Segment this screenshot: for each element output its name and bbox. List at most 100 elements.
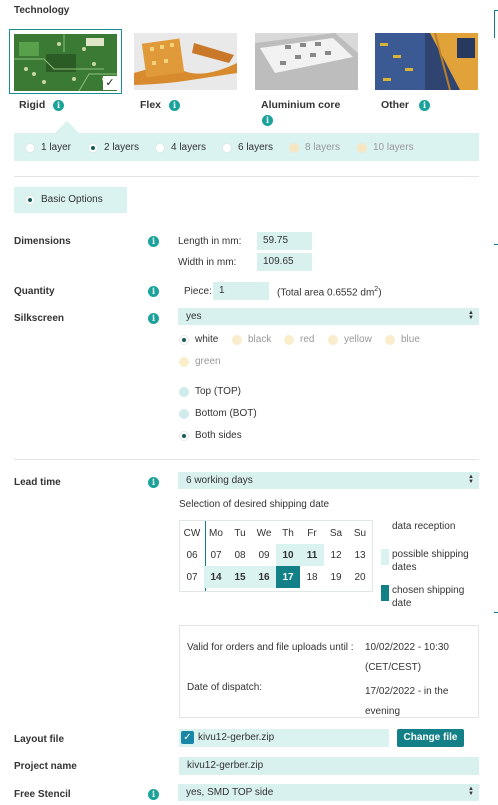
calendar-header-cell: Sa <box>329 527 343 539</box>
silkscreen-select-value: yes <box>186 311 202 322</box>
technology-other-label[interactable]: Other <box>381 99 409 111</box>
color-blue-radio[interactable] <box>385 335 395 345</box>
layer-2-radio[interactable] <box>88 143 98 153</box>
color-black-label[interactable]: black <box>248 334 271 345</box>
color-blue-label[interactable]: blue <box>401 334 420 345</box>
color-red-radio[interactable] <box>284 335 294 345</box>
legend-reception: data reception <box>392 521 456 532</box>
length-input[interactable]: 59.75 <box>257 232 312 250</box>
basic-options-label: Basic Options <box>41 194 103 205</box>
calendar-day-possible[interactable]: 10 <box>276 544 300 566</box>
side-top-radio[interactable] <box>179 387 189 397</box>
select-arrow-icon: ▲ ▼ <box>468 786 474 797</box>
calendar-day-cell: 09 <box>258 549 270 561</box>
technology-aluminium-label[interactable]: Aluminium core <box>261 99 340 111</box>
calendar-header-cell: CW <box>183 527 201 539</box>
calendar-day-cell: 07 <box>210 549 222 561</box>
technology-rigid-card[interactable]: ✓ <box>9 29 122 94</box>
technology-other-card[interactable] <box>371 29 484 94</box>
aluminium-pcb-image <box>255 33 358 90</box>
calendar-day-chosen[interactable]: 17 <box>276 566 300 588</box>
file-checkbox[interactable]: ✓ <box>181 731 194 744</box>
calendar-table: CW Mo Tu We Th Fr Sa Su 06 07 08 09 10 1… <box>180 522 372 588</box>
technology-flex-card[interactable] <box>130 29 243 94</box>
dimensions-info-icon[interactable]: i <box>148 236 159 247</box>
layer-1-radio[interactable] <box>25 143 35 153</box>
calendar-header-cell: Fr <box>307 527 317 539</box>
side-both-radio[interactable] <box>179 431 189 441</box>
quantity-info-icon[interactable]: i <box>148 286 159 297</box>
divider <box>14 176 479 177</box>
lead-time-select[interactable]: 6 working days <box>178 472 479 489</box>
side-both-label[interactable]: Both sides <box>195 430 242 441</box>
lead-time-select-value: 6 working days <box>186 475 253 486</box>
quantity-input[interactable]: 1 <box>213 282 269 300</box>
calendar-day-possible[interactable]: 11 <box>300 544 324 566</box>
calendar-header-cell: We <box>256 527 272 539</box>
other-info-icon[interactable]: i <box>419 100 430 111</box>
lead-time-info-icon[interactable]: i <box>148 477 159 488</box>
calendar-day-possible[interactable]: 14 <box>204 566 228 588</box>
valid-until-value: 10/02/2022 - 10:30 (CET/CEST) <box>365 642 449 673</box>
layer-10-label: 10 layers <box>373 142 414 153</box>
right-edge-sidebar-fragment <box>494 612 498 613</box>
total-area-text: (Total area 0.6552 dm2) <box>277 286 382 299</box>
flex-info-icon[interactable]: i <box>169 100 180 111</box>
layer-8-radio <box>289 143 299 153</box>
layer-2-label[interactable]: 2 layers <box>104 142 139 153</box>
change-file-button[interactable]: Change file <box>397 729 464 747</box>
side-bottom-label[interactable]: Bottom (BOT) <box>195 408 257 419</box>
piece-label: Piece: <box>184 286 212 297</box>
legend-chosen-swatch <box>381 585 389 601</box>
layout-file-label: Layout file <box>14 734 65 745</box>
layer-4-radio[interactable] <box>155 143 165 153</box>
lead-time-label: Lead time <box>14 477 61 488</box>
layout-file-name: kivu12-gerber.zip <box>198 732 275 743</box>
dimensions-label: Dimensions <box>14 236 71 247</box>
calendar-day-cell: 18 <box>306 571 318 583</box>
calendar-cw-cell: 07 <box>186 571 198 583</box>
dispatch-value: 17/02/2022 - in the evening <box>365 686 449 717</box>
layer-1-label[interactable]: 1 layer <box>41 142 71 153</box>
legend-possible: possible shipping dates <box>392 549 469 573</box>
layer-6-radio[interactable] <box>222 143 232 153</box>
silkscreen-info-icon[interactable]: i <box>148 313 159 324</box>
rigid-pcb-image <box>14 34 117 91</box>
aluminium-info-icon[interactable]: i <box>262 115 273 126</box>
calendar-header-cell: Tu <box>234 527 246 539</box>
side-bottom-radio[interactable] <box>179 409 189 419</box>
calendar-day-possible[interactable]: 15 <box>228 566 252 588</box>
width-input[interactable]: 109.65 <box>257 253 312 271</box>
color-red-label[interactable]: red <box>300 334 314 345</box>
layer-4-label[interactable]: 4 layers <box>171 142 206 153</box>
free-stencil-info-icon[interactable]: i <box>148 789 159 800</box>
color-white-label[interactable]: white <box>195 334 218 345</box>
calendar-day-cell: 12 <box>330 549 342 561</box>
color-yellow-label[interactable]: yellow <box>344 334 372 345</box>
legend-possible-swatch <box>381 549 389 565</box>
layer-6-label[interactable]: 6 layers <box>238 142 273 153</box>
calendar-header-cell: Th <box>282 527 294 539</box>
silkscreen-select[interactable]: yes <box>178 308 479 325</box>
basic-options-radio <box>25 195 35 205</box>
technology-aluminium-card[interactable] <box>251 29 364 94</box>
calendar-header-cell: Su <box>353 527 367 539</box>
free-stencil-select[interactable]: yes, SMD TOP side <box>178 784 479 801</box>
quantity-label: Quantity <box>14 286 55 297</box>
technology-rigid-label[interactable]: Rigid <box>19 99 45 111</box>
color-white-radio[interactable] <box>179 335 189 345</box>
color-yellow-radio[interactable] <box>328 335 338 345</box>
rigid-info-icon[interactable]: i <box>53 100 64 111</box>
calendar-header-cell: Mo <box>209 527 223 539</box>
color-black-radio[interactable] <box>232 335 242 345</box>
color-green-radio[interactable] <box>179 357 189 367</box>
select-arrow-icon: ▲ ▼ <box>468 310 474 321</box>
right-edge-sidebar-fragment <box>494 244 498 245</box>
technology-flex-label[interactable]: Flex <box>140 99 161 111</box>
side-top-label[interactable]: Top (TOP) <box>195 386 241 397</box>
calendar-cw-cell: 06 <box>186 549 198 561</box>
basic-options-tab[interactable]: Basic Options <box>14 187 127 213</box>
calendar-day-possible[interactable]: 16 <box>252 566 276 588</box>
color-green-label[interactable]: green <box>195 356 221 367</box>
project-name-input[interactable]: kivu12-gerber.zip <box>179 757 479 775</box>
